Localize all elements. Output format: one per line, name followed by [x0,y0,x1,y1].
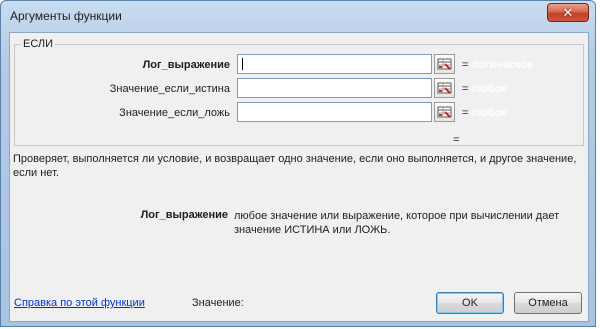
range-select-button-3[interactable] [434,102,455,122]
arg-label-value-if-true: Значение_если_истина [109,83,230,95]
arg-label-value-if-false: Значение_если_ложь [119,107,230,119]
equals-sign: = [462,83,469,95]
ok-button[interactable]: OK [436,292,504,314]
close-button[interactable]: ✕ [547,3,589,22]
arg-result-3: = любое [462,107,507,119]
argument-help-name: Лог_выражение [140,209,228,221]
function-arguments-dialog: Аргументы функции ✕ ЕСЛИ Лог_выражение =… [0,0,596,327]
range-select-icon [437,58,452,70]
equals-sign: = [462,59,469,71]
cancel-button[interactable]: Отмена [514,292,582,314]
text-caret [242,58,243,70]
close-icon: ✕ [562,5,574,20]
arg-type-hint: логическое [471,59,534,71]
function-group: ЕСЛИ Лог_выражение = логическое Значение… [14,38,584,146]
argument-help-text: любое значение или выражение, которое пр… [234,210,560,236]
range-select-icon [437,82,452,94]
arg-input-value-if-true[interactable] [237,78,432,98]
arg-label-logical-test: Лог_выражение [142,59,230,71]
range-select-button-2[interactable] [434,78,455,98]
equals-sign: = [462,107,469,119]
value-label: Значение: [192,297,244,309]
arg-type-hint: любое [471,107,508,119]
arg-result-2: = любое [462,83,507,95]
arg-result-1: = логическое [462,59,533,71]
range-select-button-1[interactable] [434,54,455,74]
dialog-title: Аргументы функции [10,9,122,23]
arg-type-hint: любое [471,83,508,95]
range-select-icon [437,106,452,118]
title-bar[interactable]: Аргументы функции ✕ [1,1,595,33]
arg-input-value-if-false[interactable] [237,102,432,122]
function-result: = [453,134,460,146]
function-name: ЕСЛИ [21,38,56,50]
help-link[interactable]: Справка по этой функции [14,297,145,309]
dialog-body: ЕСЛИ Лог_выражение = логическое Значение… [9,32,589,322]
arg-input-logical-test[interactable] [237,54,432,74]
function-description: Проверяет, выполняется ли условие, и воз… [13,153,577,179]
